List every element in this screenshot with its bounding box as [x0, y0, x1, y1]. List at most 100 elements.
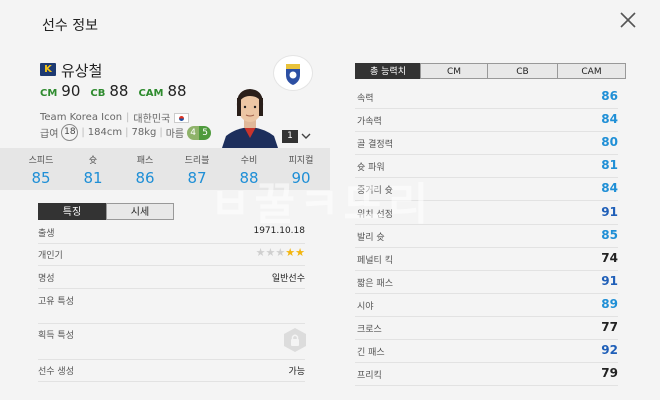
summary-stat-label: 드리블 [184, 156, 210, 166]
popularity-stars: ★★★★★ [256, 246, 305, 259]
lock-icon[interactable] [283, 327, 307, 353]
star-filled-icon: ★ [295, 246, 305, 259]
summary-stat-value: 88 [239, 169, 259, 187]
attribute-value: 85 [601, 227, 618, 242]
team-korea-logo-icon [274, 56, 312, 90]
attribute-label: 시야 [357, 301, 374, 312]
fame-label: 명성 [38, 274, 55, 284]
attribute-row: 위치 선정 91 [355, 202, 618, 225]
summary-stat-value: 86 [135, 169, 155, 187]
position-ratings: CM 90 CB 88 CAM 88 [40, 82, 187, 100]
team-name: Team Korea Icon [40, 112, 123, 123]
birth-label: 출생 [38, 229, 55, 239]
left-tab-bar: 특징 시세 [38, 203, 174, 220]
summary-stat-value: 90 [291, 169, 311, 187]
weight-value: 78kg [131, 127, 157, 138]
position-label: CM [40, 88, 58, 99]
tab-cm[interactable]: CM [420, 63, 488, 79]
popularity-label: 개인기 [38, 251, 63, 261]
summary-stat-label: 스피드 [28, 156, 54, 166]
attribute-value: 89 [601, 296, 618, 311]
attribute-value: 77 [601, 320, 618, 334]
position-rating: CAM 88 [138, 82, 186, 100]
attribute-label: 중거리 슛 [357, 186, 393, 197]
level-indicator[interactable]: 1 [282, 130, 298, 143]
summary-stats-bar: 스피드 85 슛 81 패스 86 드리블 87 수비 88 피지컬 90 [0, 148, 330, 190]
divider: | [125, 127, 129, 138]
attribute-row: 슛 파워 81 [355, 155, 618, 179]
attribute-value: 79 [601, 366, 618, 381]
attribute-value: 74 [601, 250, 618, 265]
pay-value: 18 [61, 124, 79, 141]
attribute-label: 페널티 킥 [357, 255, 393, 266]
body-type: 마름 [165, 129, 185, 140]
attribute-label: 위치 선정 [357, 209, 393, 220]
birth-row: 출생 1971.10.18 [38, 222, 305, 244]
tab-total-stats[interactable]: 총 능력치 [355, 63, 421, 79]
season-badge: K [40, 63, 56, 76]
page-title: 선수 정보 [42, 18, 98, 34]
attribute-label: 프리킥 [357, 371, 382, 382]
attribute-value: 91 [601, 204, 618, 219]
summary-stat: 슛 81 [67, 148, 119, 190]
star-empty-icon: ★ [275, 246, 286, 259]
player-physical-info: 급여 18 | 184cm | 78kg | 마름 4 5 [40, 124, 212, 141]
attribute-label: 짧은 패스 [357, 278, 393, 289]
position-label: CB [90, 88, 106, 99]
attribute-row: 속력 86 [355, 86, 618, 109]
attribute-row: 발리 슛 85 [355, 225, 618, 248]
attribute-value: 86 [601, 89, 618, 103]
right-foot-value: 5 [199, 125, 212, 140]
position-label: CAM [138, 88, 164, 99]
close-icon[interactable] [618, 10, 638, 30]
summary-stat-value: 87 [187, 169, 207, 187]
star-empty-icon: ★ [265, 246, 276, 259]
summary-stat-value: 81 [83, 169, 103, 187]
fame-value: 일반선수 [271, 274, 305, 284]
fame-row: 명성 일반선수 [38, 267, 305, 289]
summary-stat: 스피드 85 [15, 148, 67, 190]
tab-market-price[interactable]: 시세 [106, 203, 174, 220]
position-value: 88 [167, 82, 187, 100]
player-creation-value: 가능 [288, 367, 305, 377]
player-creation-label: 선수 생성 [38, 367, 74, 377]
attribute-row: 가속력 84 [355, 109, 618, 133]
birth-value: 1971.10.18 [253, 226, 305, 236]
position-value: 90 [61, 82, 81, 100]
summary-stat-value: 85 [31, 169, 51, 187]
attribute-label: 슛 파워 [357, 163, 385, 174]
attribute-row: 중거리 슛 84 [355, 178, 618, 202]
player-photo [222, 89, 278, 148]
attribute-row: 긴 패스 92 [355, 340, 618, 364]
attribute-label: 크로스 [357, 325, 382, 335]
foot-skill-badge: 4 5 [187, 125, 212, 140]
summary-stat-label: 패스 [136, 156, 154, 166]
tab-cam[interactable]: CAM [557, 63, 626, 79]
summary-stat-label: 피지컬 [288, 156, 314, 166]
attribute-label: 속력 [357, 94, 374, 104]
attribute-value: 92 [601, 343, 618, 358]
attribute-label: 긴 패스 [357, 348, 385, 359]
left-foot-value: 4 [187, 125, 200, 140]
player-creation-row: 선수 생성 가능 [38, 360, 305, 382]
chevron-down-icon[interactable] [301, 131, 311, 141]
attribute-value: 84 [601, 112, 618, 127]
korea-flag-icon [174, 112, 190, 123]
attribute-value: 81 [601, 158, 618, 173]
team-info: Team Korea Icon | 대한민국 [40, 110, 190, 125]
attribute-label: 가속력 [357, 117, 382, 128]
unique-trait-label: 고유 특성 [38, 297, 74, 307]
summary-stat: 드리블 87 [171, 148, 223, 190]
attribute-row: 페널티 킥 74 [355, 248, 618, 271]
attribute-row: 시야 89 [355, 294, 618, 317]
summary-stat: 피지컬 90 [275, 148, 327, 190]
acquired-trait-label: 획득 특성 [38, 331, 74, 341]
summary-stat-label: 슛 [88, 156, 98, 166]
popularity-row: 개인기 ★★★★★ [38, 244, 305, 266]
right-tab-bar: 총 능력치 CM CB CAM [355, 63, 626, 79]
attribute-value: 80 [601, 135, 618, 150]
tab-cb[interactable]: CB [487, 63, 558, 79]
pay-label: 급여 [40, 129, 59, 140]
tab-traits[interactable]: 특징 [38, 203, 106, 220]
attribute-label: 발리 슛 [357, 232, 385, 243]
